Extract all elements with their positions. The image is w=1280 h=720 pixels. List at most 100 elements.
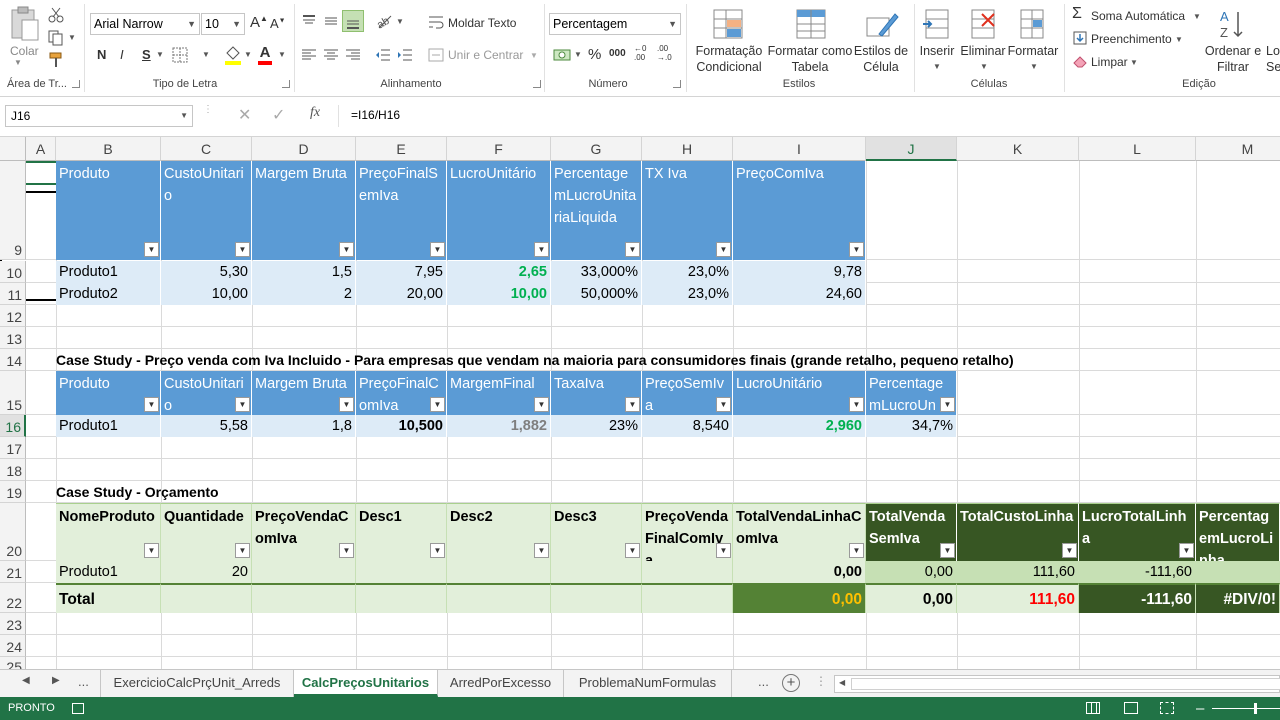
- chevron-down-icon[interactable]: ▼: [396, 17, 404, 26]
- table3-total-cell[interactable]: 0,00: [733, 583, 866, 613]
- row-header-9[interactable]: 9: [0, 161, 26, 260]
- column-header-b[interactable]: B: [56, 137, 161, 161]
- conditional-formatting-button[interactable]: Formatação Condicional: [690, 43, 768, 75]
- row-header-17[interactable]: 17: [0, 437, 26, 459]
- table2-cell[interactable]: 10,500: [356, 415, 447, 437]
- table3-total-cell[interactable]: #DIV/0!: [1196, 583, 1280, 613]
- row-header-18[interactable]: 18: [0, 459, 26, 481]
- filter-dropdown-icon[interactable]: ▼: [849, 397, 864, 412]
- decrease-decimal-icon[interactable]: .00 →.0: [657, 44, 672, 62]
- table3-cell[interactable]: 0,00: [866, 561, 957, 583]
- align-bottom-button[interactable]: [342, 10, 364, 32]
- chevron-down-icon[interactable]: ▼: [244, 50, 252, 59]
- tab-more-right[interactable]: ...: [758, 674, 769, 689]
- zoom-slider-thumb[interactable]: [1254, 703, 1257, 714]
- row-header-24[interactable]: 24: [0, 635, 26, 657]
- paste-label[interactable]: Colar: [10, 44, 39, 58]
- filter-dropdown-icon[interactable]: ▼: [144, 543, 159, 558]
- table3-total-cell[interactable]: [447, 583, 551, 613]
- column-header-c[interactable]: C: [161, 137, 252, 161]
- autosum-button[interactable]: Soma Automática: [1091, 9, 1185, 23]
- clear-button[interactable]: Limpar: [1091, 55, 1128, 69]
- table3-cell[interactable]: [252, 561, 356, 583]
- accounting-format-icon[interactable]: [553, 47, 571, 63]
- align-left-icon[interactable]: [301, 48, 317, 62]
- copy-icon[interactable]: [48, 30, 64, 46]
- table3-cell[interactable]: Produto1: [56, 561, 161, 583]
- conditional-formatting-icon[interactable]: [712, 8, 746, 42]
- table3-total-cell[interactable]: [161, 583, 252, 613]
- cut-icon[interactable]: [48, 7, 64, 23]
- eraser-icon[interactable]: [1073, 54, 1087, 68]
- horizontal-scrollbar[interactable]: ◀: [834, 675, 1280, 693]
- table1-cell[interactable]: 2,65: [447, 261, 551, 283]
- fill-icon[interactable]: [1073, 31, 1087, 45]
- name-box[interactable]: J16 ▼: [5, 105, 193, 127]
- table3-header-cell[interactable]: TotalVendaLinhaComIva: [733, 503, 866, 561]
- column-header-k[interactable]: K: [957, 137, 1079, 161]
- fill-button[interactable]: Preenchimento: [1091, 32, 1172, 46]
- chevron-down-icon[interactable]: ▼: [1030, 62, 1038, 71]
- column-header-e[interactable]: E: [356, 137, 447, 161]
- sort-filter-icon[interactable]: AZ: [1218, 8, 1248, 40]
- table2-cell[interactable]: 1,882: [447, 415, 551, 437]
- filter-dropdown-icon[interactable]: ▼: [625, 543, 640, 558]
- orientation-icon[interactable]: ab: [375, 13, 395, 29]
- filter-dropdown-icon[interactable]: ▼: [940, 543, 955, 558]
- filter-dropdown-icon[interactable]: ▼: [849, 543, 864, 558]
- font-name-combo[interactable]: Arial Narrow ▼: [90, 13, 200, 35]
- table1-cell[interactable]: 7,95: [356, 261, 447, 283]
- table2-cell[interactable]: 23%: [551, 415, 642, 437]
- filter-dropdown-icon[interactable]: ▼: [625, 397, 640, 412]
- filter-dropdown-icon[interactable]: ▼: [235, 397, 250, 412]
- filter-dropdown-icon[interactable]: ▼: [235, 543, 250, 558]
- table3-total-cell[interactable]: 111,60: [957, 583, 1079, 613]
- row-header-20[interactable]: 20: [0, 503, 26, 561]
- table1-cell[interactable]: Produto2: [56, 283, 161, 305]
- table3-cell[interactable]: -111,60: [1079, 561, 1196, 583]
- thousands-button[interactable]: 000: [609, 48, 626, 59]
- table3-cell[interactable]: [642, 561, 733, 583]
- filter-dropdown-icon[interactable]: ▼: [430, 242, 445, 257]
- table2-cell[interactable]: Produto1: [56, 415, 161, 437]
- sheet-tab-problema[interactable]: ProblemaNumFormulas: [564, 670, 732, 697]
- enter-icon[interactable]: ✓: [272, 105, 285, 125]
- align-middle-icon[interactable]: [323, 14, 339, 28]
- filter-dropdown-icon[interactable]: ▼: [534, 397, 549, 412]
- table2-cell[interactable]: 8,540: [642, 415, 733, 437]
- font-size-combo[interactable]: 10 ▼: [201, 13, 245, 35]
- increase-decimal-icon[interactable]: ←0.00: [634, 44, 646, 62]
- chevron-down-icon[interactable]: ▼: [1193, 12, 1201, 21]
- cell-styles-button[interactable]: Estilos de Célula: [852, 43, 910, 75]
- add-sheet-icon[interactable]: +: [782, 674, 800, 692]
- chevron-down-icon[interactable]: ▼: [980, 62, 988, 71]
- insert-cells-icon[interactable]: [922, 8, 952, 40]
- row-header-23[interactable]: 23: [0, 613, 26, 635]
- page-break-view-icon[interactable]: [1160, 702, 1174, 714]
- wrap-text-button[interactable]: Moldar Texto: [448, 16, 516, 30]
- table3-total-cell[interactable]: -111,60: [1079, 583, 1196, 613]
- filter-dropdown-icon[interactable]: ▼: [144, 397, 159, 412]
- zoom-out-icon[interactable]: –: [1196, 697, 1204, 720]
- row-header-25[interactable]: 25: [0, 657, 26, 669]
- table3-header-cell[interactable]: TotalCustoLinha: [957, 503, 1079, 561]
- table1-cell[interactable]: 24,60: [733, 283, 866, 305]
- table3-cell[interactable]: [1196, 561, 1280, 583]
- table2-cell[interactable]: 5,58: [161, 415, 252, 437]
- fill-color-icon[interactable]: [224, 45, 242, 65]
- table3-cell[interactable]: [551, 561, 642, 583]
- table1-cell[interactable]: 20,00: [356, 283, 447, 305]
- tab-scroll-left-icon[interactable]: ◀: [22, 675, 30, 686]
- filter-dropdown-icon[interactable]: ▼: [235, 242, 250, 257]
- merge-center-button[interactable]: Unir e Centrar: [448, 48, 523, 62]
- row-header-21[interactable]: 21: [0, 561, 26, 583]
- filter-dropdown-icon[interactable]: ▼: [849, 242, 864, 257]
- merge-center-icon[interactable]: [428, 47, 444, 63]
- filter-dropdown-icon[interactable]: ▼: [339, 242, 354, 257]
- row-header-14[interactable]: 14: [0, 349, 26, 371]
- filter-dropdown-icon[interactable]: ▼: [625, 242, 640, 257]
- chevron-down-icon[interactable]: ▼: [202, 50, 210, 59]
- table3-total-cell[interactable]: [642, 583, 733, 613]
- table1-cell[interactable]: 10,00: [447, 283, 551, 305]
- sort-filter-button[interactable]: Ordenar e Filtrar: [1200, 43, 1266, 75]
